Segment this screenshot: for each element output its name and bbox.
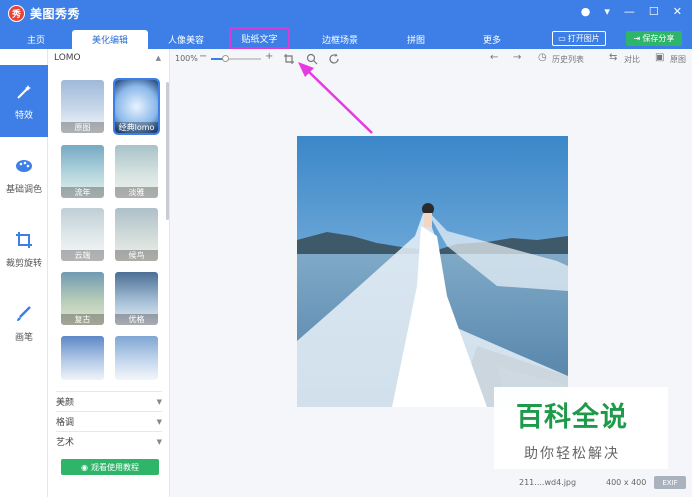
tab-sticker-text[interactable]: 贴纸文字: [229, 27, 290, 49]
brush-icon: [17, 305, 31, 321]
rail-item-label: 裁剪旋转: [5, 258, 42, 269]
zoom-in-icon[interactable]: +: [265, 51, 273, 62]
rail-item-brush[interactable]: 画笔: [0, 287, 48, 359]
save-share-label: 保存分享: [642, 34, 675, 43]
original-button[interactable]: 原图: [670, 54, 686, 65]
window-controls: ● ▾ — ☐ ✕: [581, 5, 682, 18]
maximize-icon[interactable]: ☐: [649, 5, 659, 18]
zoom-level: 100%: [175, 54, 198, 63]
section-label: 美颜: [56, 398, 75, 408]
close-icon[interactable]: ✕: [673, 5, 682, 18]
exif-button[interactable]: EXIF: [654, 476, 686, 489]
watermark-subtitle: 助你轻松解决: [524, 446, 620, 462]
image-dimensions: 400 x 400: [606, 478, 647, 487]
compare-icon: ⇆: [609, 52, 618, 63]
rail-item-label: 特效: [14, 110, 33, 121]
rail-item-label: 基础调色: [5, 184, 42, 195]
menu-icon[interactable]: ▾: [604, 5, 610, 18]
folder-icon: ▭: [558, 34, 566, 43]
watch-tutorial-button[interactable]: ◉ 观看使用教程: [61, 459, 159, 475]
category-title: LOMO: [54, 53, 81, 63]
filter-thumb[interactable]: 淡雅: [115, 145, 158, 198]
section-art[interactable]: 艺术 ▼: [56, 431, 162, 451]
chevron-down-icon: ▼: [156, 437, 162, 446]
rail-item-color[interactable]: 基础调色: [0, 139, 48, 211]
filter-thumb[interactable]: 优格: [115, 272, 158, 325]
collapse-caret-icon[interactable]: ▲: [156, 54, 161, 62]
original-image-icon: ▣: [655, 52, 665, 63]
filter-thumb[interactable]: 云端: [61, 208, 104, 261]
crop-icon: [16, 231, 32, 248]
rail-item-label: 画笔: [14, 332, 33, 343]
eye-icon: ◉: [81, 462, 88, 472]
magnifier-icon[interactable]: [306, 53, 318, 65]
history-list-button[interactable]: 历史列表: [552, 54, 584, 65]
tab-frame[interactable]: 边框场景: [302, 30, 378, 49]
tab-beautify[interactable]: 美化编辑: [72, 30, 148, 49]
palette-icon: [16, 159, 32, 172]
panel-scrollbar[interactable]: [166, 82, 169, 220]
photo-image: [297, 136, 568, 407]
title-bar: 秀 美图秀秀 ● ▾ — ☐ ✕: [0, 0, 692, 27]
magic-wand-icon: [17, 84, 31, 99]
open-image-button[interactable]: ▭ 打开图片: [552, 31, 606, 46]
open-image-label: 打开图片: [567, 34, 600, 43]
section-label: 格调: [56, 418, 75, 428]
zoom-out-icon[interactable]: −: [199, 51, 207, 62]
app-title: 美图秀秀: [30, 7, 81, 21]
filter-thumb[interactable]: 流年: [61, 145, 104, 198]
history-icon: ◷: [538, 52, 547, 63]
export-icon: ⇥: [633, 34, 641, 43]
chevron-down-icon: ▼: [156, 397, 162, 406]
section-tone[interactable]: 格调 ▼: [56, 411, 162, 431]
file-name: 211....wd4.jpg: [519, 478, 577, 487]
save-share-button[interactable]: ⇥ 保存分享: [626, 31, 682, 46]
watermark-title: 百科全说: [516, 402, 628, 433]
app-logo: 秀: [8, 5, 25, 22]
zoom-slider-knob[interactable]: [222, 55, 229, 62]
tool-rail: 特效 基础调色 裁剪旋转 画笔: [0, 49, 48, 497]
minimize-icon[interactable]: —: [624, 5, 635, 18]
section-beauty[interactable]: 美颜 ▼: [56, 391, 162, 411]
undo-icon[interactable]: ←: [490, 52, 498, 63]
tab-home[interactable]: 主页: [5, 30, 67, 49]
filter-thumb[interactable]: 经典lomo: [113, 78, 160, 135]
filter-thumb[interactable]: 复古: [61, 272, 104, 325]
watermark: 百科全说 助你轻松解决: [494, 387, 668, 469]
compare-button[interactable]: 对比: [624, 54, 640, 65]
photo-canvas[interactable]: [297, 136, 568, 407]
filter-thumb[interactable]: [61, 336, 104, 380]
rotate-icon[interactable]: [328, 53, 340, 65]
chat-icon[interactable]: ●: [581, 5, 591, 18]
tutorial-label: 观看使用教程: [90, 462, 139, 472]
section-label: 艺术: [56, 438, 75, 448]
rail-item-crop[interactable]: 裁剪旋转: [0, 213, 48, 285]
chevron-down-icon: ▼: [156, 417, 162, 426]
filter-thumb[interactable]: 原图: [61, 80, 104, 133]
main-nav: 主页 美化编辑 人像美容 贴纸文字 边框场景 拼图 更多 ▭ 打开图片 ⇥ 保存…: [0, 27, 692, 49]
redo-icon[interactable]: →: [513, 52, 521, 63]
tab-collage[interactable]: 拼图: [378, 30, 454, 49]
crop-tool-icon[interactable]: [283, 53, 295, 65]
rail-item-effects[interactable]: 特效: [0, 65, 48, 137]
tab-portrait[interactable]: 人像美容: [148, 30, 224, 49]
tab-more[interactable]: 更多: [454, 30, 530, 49]
filter-thumb[interactable]: [115, 336, 158, 380]
filter-thumb[interactable]: 候鸟: [115, 208, 158, 261]
